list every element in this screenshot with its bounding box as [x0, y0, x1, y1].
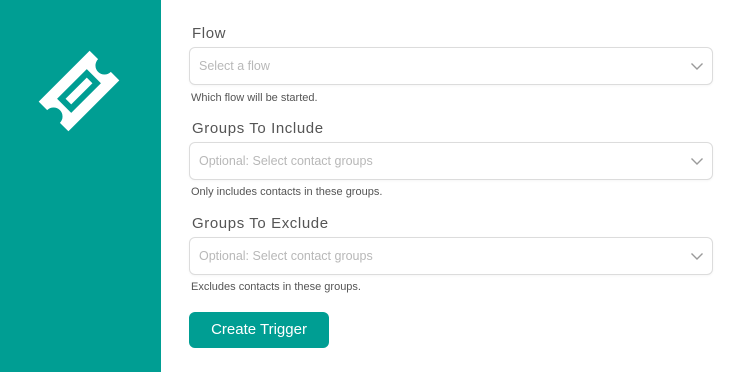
flow-help-text: Which flow will be started.	[191, 92, 318, 104]
chevron-down-icon	[691, 253, 703, 260]
chevron-down-icon	[691, 158, 703, 165]
groups-include-label: Groups To Include	[192, 120, 324, 137]
groups-exclude-help-text: Excludes contacts in these groups.	[191, 281, 361, 293]
chevron-down-icon	[691, 63, 703, 70]
ticket-icon	[38, 50, 120, 132]
flow-select[interactable]: Select a flow	[189, 47, 713, 85]
groups-include-placeholder: Optional: Select contact groups	[199, 154, 373, 168]
trigger-form: Flow Select a flow Which flow will be st…	[189, 0, 713, 372]
groups-include-help-text: Only includes contacts in these groups.	[191, 186, 383, 198]
trigger-form-page: Flow Select a flow Which flow will be st…	[0, 0, 739, 372]
create-trigger-button[interactable]: Create Trigger	[189, 312, 329, 348]
flow-select-placeholder: Select a flow	[199, 59, 270, 73]
sidebar-panel	[0, 0, 161, 372]
groups-exclude-select[interactable]: Optional: Select contact groups	[189, 237, 713, 275]
groups-exclude-label: Groups To Exclude	[192, 215, 329, 232]
groups-include-select[interactable]: Optional: Select contact groups	[189, 142, 713, 180]
groups-exclude-placeholder: Optional: Select contact groups	[199, 249, 373, 263]
flow-label: Flow	[192, 25, 227, 42]
